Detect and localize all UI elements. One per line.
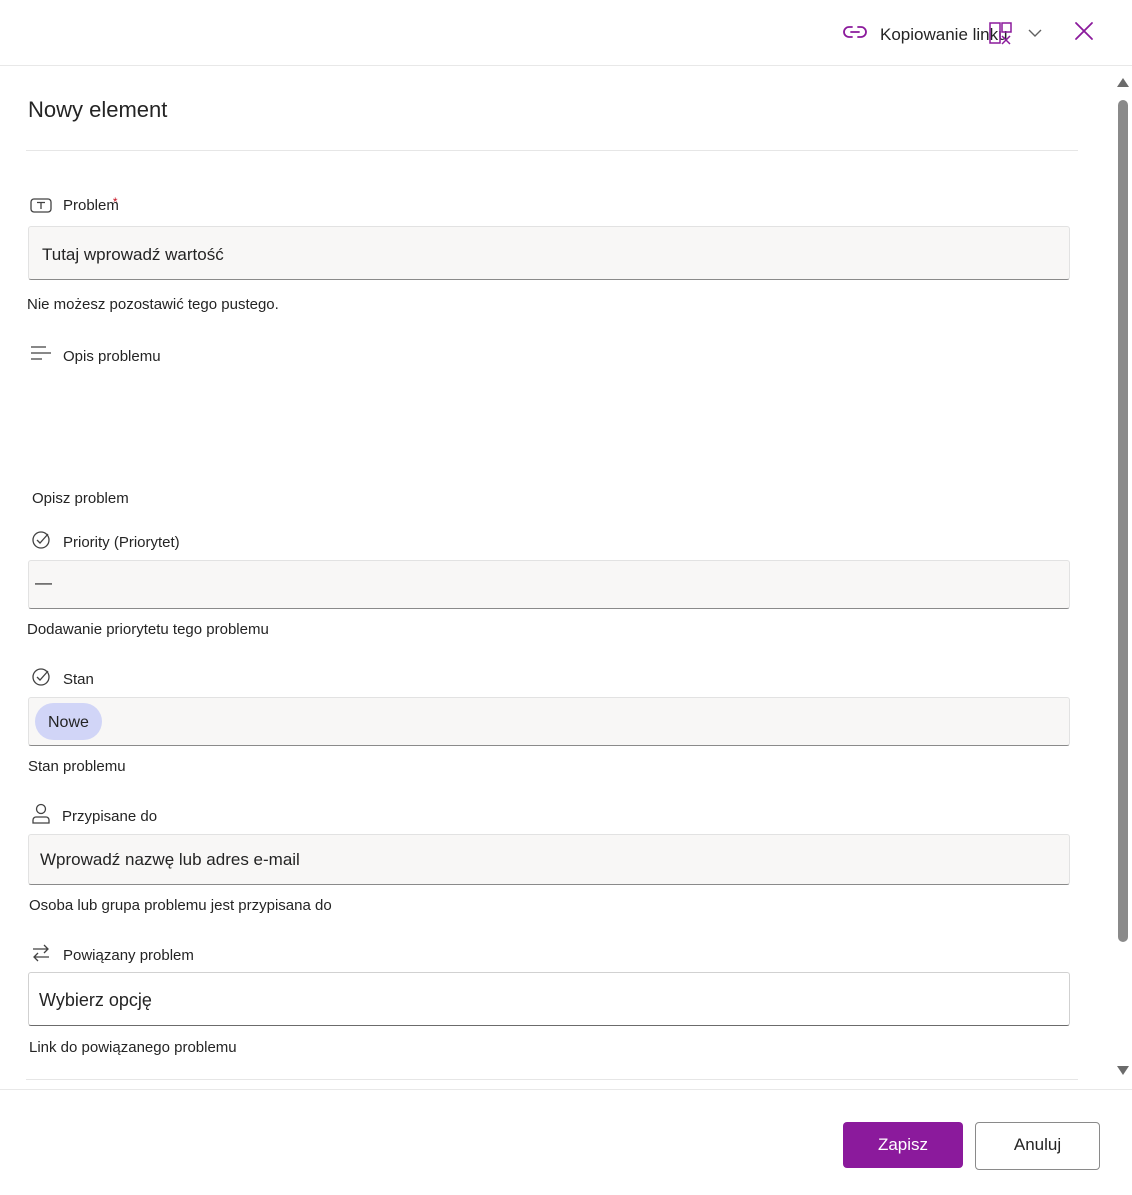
scroll-up-arrow[interactable] xyxy=(1117,78,1129,87)
status-dropdown[interactable]: Nowe xyxy=(28,697,1070,746)
problem-label: Problem* xyxy=(63,195,119,214)
lookup-arrows-icon xyxy=(31,943,51,968)
related-issue-label: Powiązany problem xyxy=(63,947,194,964)
bottom-divider xyxy=(26,1079,1078,1080)
chevron-down-icon[interactable] xyxy=(1027,26,1043,44)
form-body: Nowy element Problem* Tutaj wprowadź war… xyxy=(0,66,1112,1080)
related-issue-help: Link do powiązanego problemu xyxy=(29,1039,237,1056)
choice-check-icon xyxy=(31,667,51,692)
status-help: Stan problemu xyxy=(28,758,126,775)
scroll-thumb[interactable] xyxy=(1118,100,1128,942)
problem-input[interactable]: Tutaj wprowadź wartość xyxy=(28,226,1070,280)
priority-help: Dodawanie priorytetu tego problemu xyxy=(27,621,269,638)
assigned-to-help: Osoba lub grupa problemu jest przypisana… xyxy=(29,897,332,914)
choice-check-icon xyxy=(31,530,51,555)
multiline-text-icon xyxy=(30,345,52,366)
description-input[interactable] xyxy=(28,371,1068,481)
panel-icon[interactable] xyxy=(988,21,1014,52)
problem-error: Nie możesz pozostawić tego pustego. xyxy=(27,296,279,313)
problem-placeholder: Tutaj wprowadź wartość xyxy=(42,245,224,264)
status-label: Stan xyxy=(63,671,94,688)
panel-header: Kopiowanie linku xyxy=(0,0,1132,66)
link-icon[interactable] xyxy=(842,22,868,47)
cancel-button[interactable]: Anuluj xyxy=(975,1122,1100,1170)
description-label: Opis problemu xyxy=(63,348,161,365)
assigned-to-placeholder: Wprowadź nazwę lub adres e-mail xyxy=(40,850,300,869)
text-field-icon xyxy=(30,197,52,220)
page-title: Nowy element xyxy=(28,97,168,122)
description-help: Opisz problem xyxy=(32,490,129,507)
assigned-to-input[interactable]: Wprowadź nazwę lub adres e-mail xyxy=(28,834,1070,885)
person-icon xyxy=(31,803,51,830)
close-icon[interactable] xyxy=(1073,20,1095,47)
save-button[interactable]: Zapisz xyxy=(843,1122,963,1168)
scrollbar[interactable] xyxy=(1113,66,1132,1080)
required-marker: * xyxy=(112,195,118,209)
form-footer: Zapisz Anuluj xyxy=(0,1089,1132,1195)
title-divider xyxy=(26,150,1078,151)
scroll-down-arrow[interactable] xyxy=(1117,1066,1129,1075)
related-issue-placeholder: Wybierz opcję xyxy=(39,990,152,1010)
status-pill: Nowe xyxy=(35,703,102,740)
priority-dropdown[interactable]: — xyxy=(28,560,1070,609)
priority-label: Priority (Priorytet) xyxy=(63,534,180,551)
assigned-to-label: Przypisane do xyxy=(62,808,158,825)
related-issue-dropdown[interactable]: Wybierz opcję xyxy=(28,972,1070,1026)
priority-value: — xyxy=(35,573,52,592)
problem-label-text: Problem xyxy=(63,197,119,214)
